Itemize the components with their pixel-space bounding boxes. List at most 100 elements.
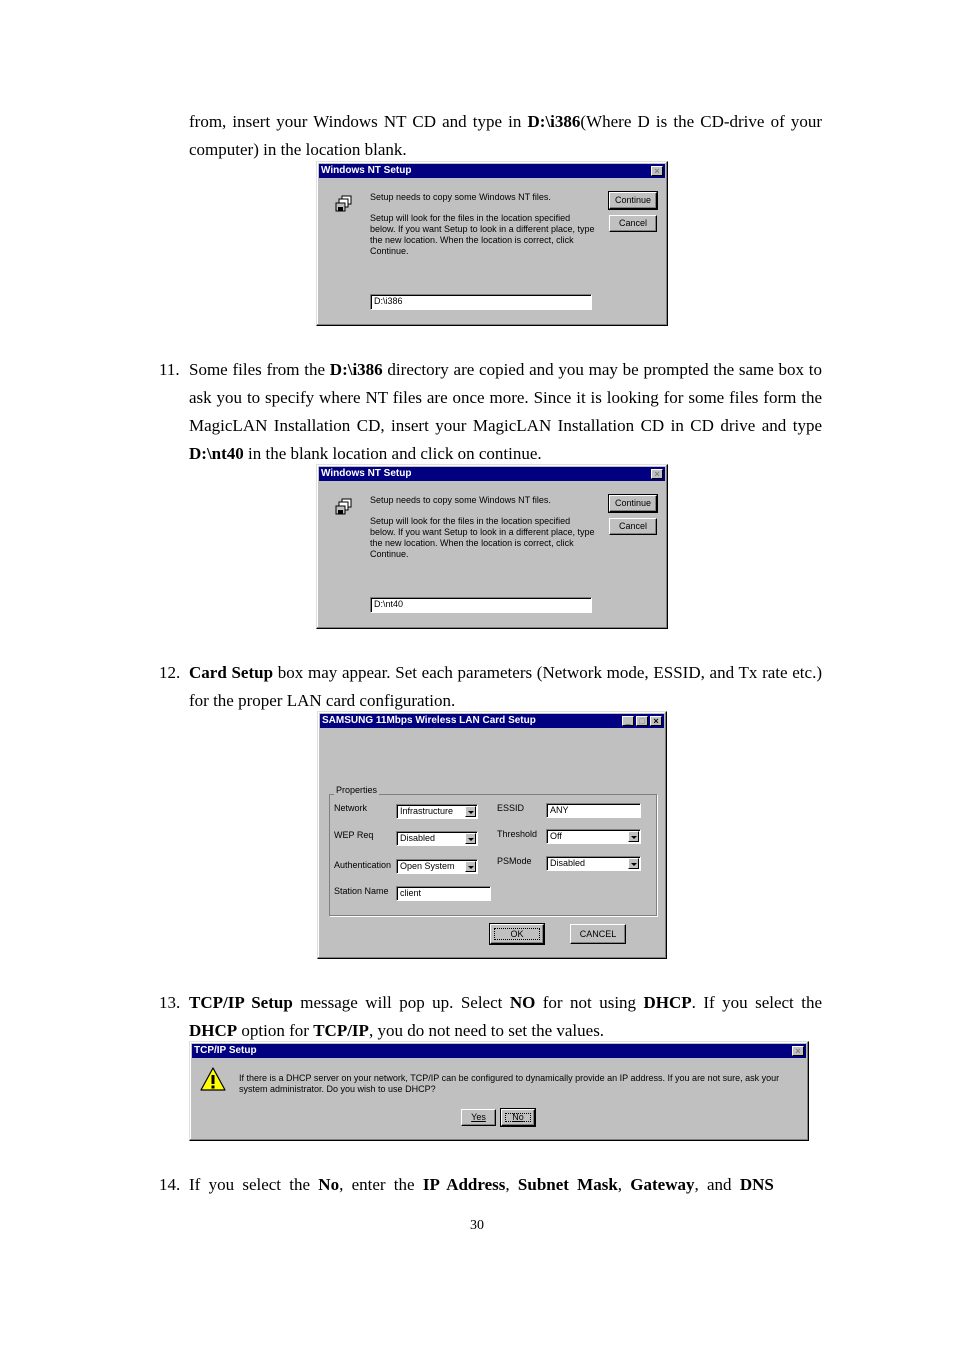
dialog-title: Windows NT Setup — [321, 165, 412, 176]
close-icon[interactable]: × — [650, 716, 662, 726]
focus-rect — [505, 1113, 531, 1122]
text: . If you select the — [691, 993, 822, 1012]
yes-button[interactable]: Yes — [461, 1109, 496, 1126]
chevron-down-icon[interactable] — [628, 858, 639, 869]
continue-button[interactable]: Continue — [608, 494, 658, 513]
bold-term: IP Address — [422, 1175, 506, 1194]
dhcp-message: If there is a DHCP server on your networ… — [239, 1073, 780, 1094]
psmode-value: Disabled — [550, 858, 586, 868]
essid-label: ESSID — [497, 803, 525, 813]
network-value: Infrastructure — [400, 806, 454, 816]
step-number: 12. — [159, 663, 181, 682]
title-bar: Windows NT Setup × — [319, 164, 665, 178]
bold-term: TCP/IP Setup — [189, 993, 293, 1012]
text: , and — [694, 1175, 740, 1194]
network-label: Network — [334, 803, 368, 813]
card-setup-dialog: SAMSUNG 11Mbps Wireless LAN Card Setup _… — [317, 711, 667, 959]
cancel-button[interactable]: Cancel — [609, 215, 657, 232]
text: option for — [237, 1021, 314, 1040]
message-line-2: Setup will look for the files in the loc… — [370, 213, 595, 256]
close-icon[interactable]: × — [792, 1046, 804, 1056]
chevron-down-icon[interactable] — [465, 861, 476, 872]
page-number: 30 — [470, 1218, 484, 1233]
authentication-value: Open System — [400, 861, 455, 871]
text: box may appear. Set each parameters (Net… — [189, 663, 822, 710]
focus-rect — [494, 928, 540, 940]
continue-button[interactable]: Continue — [608, 191, 658, 210]
path-i386: D:\i386 — [329, 360, 383, 379]
dialog-title: TCP/IP Setup — [194, 1045, 257, 1056]
threshold-label: Threshold — [497, 829, 538, 839]
bold-term: NO — [509, 993, 536, 1012]
cancel-label: Cancel — [618, 521, 647, 531]
step-number: 14. — [159, 1175, 181, 1194]
step-14-paragraph: 14. If you select the No, enter the IP A… — [159, 1171, 822, 1199]
psmode-select[interactable]: Disabled — [546, 856, 641, 871]
step-12-paragraph: 12. Card Setup box may appear. Set each … — [159, 659, 822, 715]
tcpip-setup-dialog: TCP/IP Setup × If there is a DHCP server… — [189, 1041, 809, 1141]
ok-button[interactable]: OK — [489, 923, 545, 945]
floppy-disks-icon — [335, 498, 352, 515]
text: , enter the — [339, 1175, 423, 1194]
essid-input[interactable]: ANY — [546, 803, 641, 818]
bold-term: No — [318, 1175, 340, 1194]
title-bar: TCP/IP Setup × — [192, 1044, 806, 1058]
step-13-paragraph: 13. TCP/IP Setup message will pop up. Se… — [159, 989, 822, 1045]
chevron-down-icon[interactable] — [465, 806, 476, 817]
message-line-1: Setup needs to copy some Windows NT file… — [370, 495, 551, 505]
text: If you select the — [189, 1175, 319, 1194]
station-name-label: Station Name — [334, 886, 389, 896]
maximize-icon[interactable]: □ — [636, 716, 648, 726]
step-11-paragraph: 11. Some files from the D:\i386 director… — [159, 356, 822, 468]
floppy-disks-icon — [335, 195, 352, 212]
message-line-1: Setup needs to copy some Windows NT file… — [370, 192, 551, 202]
title-bar: Windows NT Setup × — [319, 467, 665, 481]
text: , — [505, 1175, 518, 1194]
wep-select[interactable]: Disabled — [396, 831, 478, 846]
threshold-select[interactable]: Off — [546, 829, 641, 844]
text: Some files from the — [189, 360, 330, 379]
windows-nt-setup-dialog-2: Windows NT Setup × Setup needs to copy s… — [316, 464, 668, 629]
authentication-label: Authentication — [334, 860, 392, 870]
close-icon[interactable]: × — [651, 166, 663, 176]
windows-nt-setup-dialog-1: Windows NT Setup × Setup needs to copy s… — [316, 161, 668, 326]
dialog-title: SAMSUNG 11Mbps Wireless LAN Card Setup — [322, 715, 536, 726]
path-nt40: D:\nt40 — [189, 444, 244, 463]
bold-term: TCP/IP — [313, 1021, 369, 1040]
bold-term: DHCP — [643, 993, 692, 1012]
location-input[interactable]: D:\i386 — [370, 294, 592, 310]
threshold-value: Off — [550, 831, 562, 841]
text: in the blank location and click on conti… — [243, 444, 542, 463]
title-bar: SAMSUNG 11Mbps Wireless LAN Card Setup _… — [320, 714, 664, 728]
wep-label: WEP Req — [334, 830, 374, 840]
step-number: 13. — [159, 993, 181, 1012]
continue-label: Continue — [614, 195, 652, 205]
step-number: 11. — [159, 360, 180, 379]
bold-term: Subnet Mask — [517, 1175, 618, 1194]
intro-paragraph: from, insert your Windows NT CD and type… — [189, 108, 822, 164]
location-input[interactable]: D:\nt40 — [370, 597, 592, 613]
text: , you do not need to set the values. — [368, 1021, 605, 1040]
bold-term: DNS — [739, 1175, 774, 1194]
close-icon[interactable]: × — [651, 469, 663, 479]
cancel-label: CANCEL — [579, 929, 617, 939]
network-select[interactable]: Infrastructure — [396, 804, 478, 819]
message-line-2: Setup will look for the files in the loc… — [370, 516, 595, 559]
text: from, insert your Windows NT CD and type… — [189, 112, 528, 131]
bold-term: Gateway — [630, 1175, 695, 1194]
station-name-input[interactable]: client — [396, 886, 491, 901]
dialog-title: Windows NT Setup — [321, 468, 412, 479]
cancel-button[interactable]: Cancel — [609, 518, 657, 535]
minimize-icon[interactable]: _ — [622, 716, 634, 726]
path-i386: D:\i386 — [527, 112, 581, 131]
chevron-down-icon[interactable] — [465, 833, 476, 844]
psmode-label: PSMode — [497, 856, 532, 866]
cancel-label: Cancel — [618, 218, 647, 228]
chevron-down-icon[interactable] — [628, 831, 639, 842]
bold-term: Card Setup — [189, 663, 274, 682]
no-button[interactable]: No — [500, 1108, 536, 1127]
cancel-button[interactable]: CANCEL — [570, 924, 626, 944]
authentication-select[interactable]: Open System — [396, 859, 478, 874]
yes-label: Yes — [471, 1112, 486, 1122]
wep-value: Disabled — [400, 833, 436, 843]
